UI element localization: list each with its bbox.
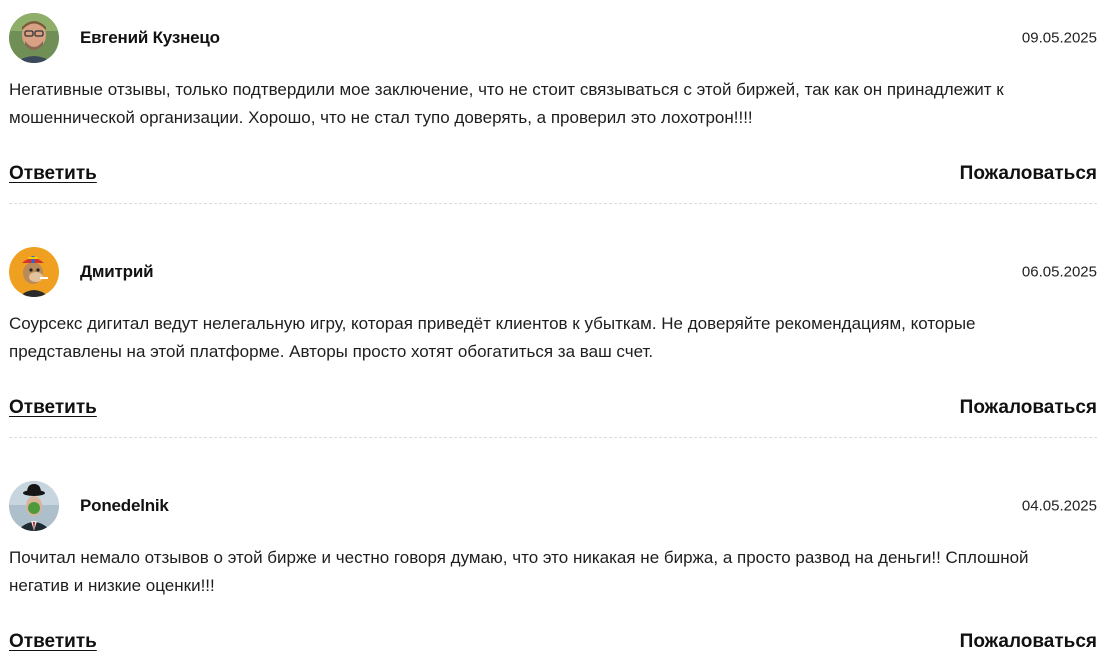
comment-actions: Ответить Пожаловаться	[9, 162, 1097, 186]
reply-link[interactable]: Ответить	[9, 631, 97, 653]
comment-header: Ponedelnik 04.05.2025	[9, 481, 1097, 531]
comment-date: 09.05.2025	[1021, 29, 1097, 47]
comment-text: Негативные отзывы, только подтвердили мо…	[9, 80, 1004, 127]
comment-item: Дмитрий 06.05.2025 Соурсекс дигитал веду…	[9, 247, 1097, 438]
comment-text: Соурсекс дигитал ведут нелегальную игру,…	[9, 314, 976, 361]
comment-item: Евгений Кузнецо 09.05.2025 Негативные от…	[9, 13, 1097, 204]
avatar	[9, 13, 59, 63]
avatar	[9, 481, 59, 531]
comment-date: 04.05.2025	[1021, 497, 1097, 515]
author-name: Ponedelnik	[80, 496, 169, 515]
comment-text: Почитал немало отзывов о этой бирже и че…	[9, 548, 1029, 595]
comment-actions: Ответить Пожаловаться	[9, 630, 1097, 654]
comment-item: Ponedelnik 04.05.2025 Почитал немало отз…	[9, 481, 1097, 654]
divider	[9, 437, 1097, 438]
comment-actions: Ответить Пожаловаться	[9, 396, 1097, 420]
comments-list: Евгений Кузнецо 09.05.2025 Негативные от…	[9, 13, 1097, 654]
author-name: Евгений Кузнецо	[80, 28, 220, 47]
report-link[interactable]: Пожаловаться	[960, 631, 1097, 653]
author-name: Дмитрий	[80, 262, 154, 281]
bowler-hat-apple-icon	[9, 481, 59, 531]
comment-header: Евгений Кузнецо 09.05.2025	[9, 13, 1097, 63]
divider	[9, 203, 1097, 204]
reply-link[interactable]: Ответить	[9, 163, 97, 185]
report-link[interactable]: Пожаловаться	[960, 163, 1097, 185]
comment-header: Дмитрий 06.05.2025	[9, 247, 1097, 297]
report-link[interactable]: Пожаловаться	[960, 397, 1097, 419]
reply-link[interactable]: Ответить	[9, 397, 97, 419]
ape-avatar-icon	[9, 247, 59, 297]
avatar	[9, 247, 59, 297]
user-photo-icon	[9, 13, 59, 63]
comment-date: 06.05.2025	[1021, 263, 1097, 281]
